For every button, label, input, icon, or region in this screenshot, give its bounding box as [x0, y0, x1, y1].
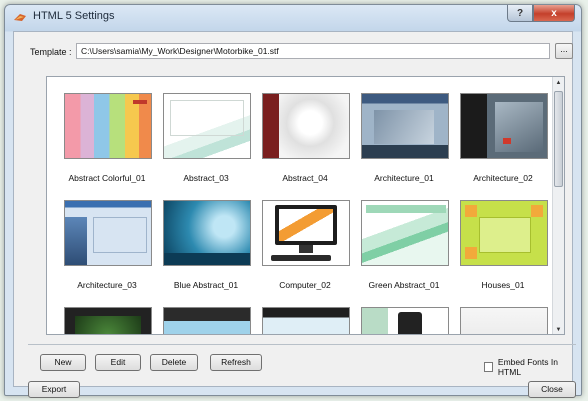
window-controls: ? x — [507, 5, 575, 22]
refresh-button[interactable]: Refresh — [210, 354, 262, 371]
template-thumbnail[interactable] — [163, 307, 251, 334]
gallery-scrollbar[interactable]: ▲ ▼ — [552, 77, 564, 334]
scroll-up-icon[interactable]: ▲ — [553, 77, 564, 89]
template-caption: Abstract_04 — [282, 173, 328, 183]
template-path-field[interactable]: C:\Users\samia\My_Work\Designer\Motorbik… — [76, 43, 550, 59]
template-caption: Blue Abstract_01 — [173, 280, 239, 290]
edit-button[interactable]: Edit — [95, 354, 141, 371]
template-gallery: Abstract Colorful_01 Abstract_03 Abstrac… — [46, 76, 565, 335]
help-button[interactable]: ? — [507, 5, 533, 22]
template-caption: Abstract Colorful_01 — [68, 173, 146, 183]
scroll-down-icon[interactable]: ▼ — [553, 324, 564, 334]
browse-button[interactable]: ... — [555, 43, 573, 59]
export-button[interactable]: Export — [28, 381, 80, 398]
template-thumbnail[interactable] — [460, 93, 548, 159]
close-button[interactable]: Close — [528, 381, 576, 398]
template-caption: Architecture_02 — [473, 173, 533, 183]
title-bar[interactable]: HTML 5 Settings ? x — [5, 5, 581, 29]
embed-fonts-checkbox[interactable] — [484, 362, 493, 372]
app-icon — [14, 14, 26, 21]
template-thumbnail[interactable] — [64, 200, 152, 266]
template-thumbnail[interactable] — [262, 307, 350, 334]
template-caption: Architecture_03 — [77, 280, 137, 290]
template-thumbnail[interactable] — [262, 200, 350, 266]
template-thumbnail[interactable] — [460, 200, 548, 266]
template-caption: Houses_01 — [481, 280, 525, 290]
delete-button[interactable]: Delete — [150, 354, 198, 371]
template-thumbnail[interactable] — [262, 93, 350, 159]
dialog-body: Template : C:\Users\samia\My_Work\Design… — [13, 31, 576, 398]
settings-window: HTML 5 Settings ? x Template : C:\Users\… — [4, 4, 582, 398]
embed-fonts-label: Embed Fonts In HTML — [497, 357, 558, 377]
template-caption: Architecture_01 — [374, 173, 434, 183]
window-title: HTML 5 Settings — [33, 10, 115, 22]
template-caption: Computer_02 — [279, 280, 331, 290]
template-label: Template : — [30, 47, 72, 57]
template-thumbnail[interactable] — [163, 93, 251, 159]
template-thumbnail[interactable] — [163, 200, 251, 266]
template-caption: Green Abstract_01 — [368, 280, 440, 290]
scroll-thumb[interactable] — [554, 91, 563, 187]
new-button[interactable]: New — [40, 354, 86, 371]
template-caption: Abstract_03 — [183, 173, 229, 183]
template-thumbnail[interactable] — [64, 93, 152, 159]
template-thumbnail[interactable] — [361, 307, 449, 334]
window-close-button[interactable]: x — [533, 5, 575, 22]
template-thumbnail[interactable] — [64, 307, 152, 334]
template-thumbnail[interactable] — [361, 93, 449, 159]
template-grid: Abstract Colorful_01 Abstract_03 Abstrac… — [47, 77, 554, 334]
template-thumbnail[interactable] — [460, 307, 548, 334]
embed-fonts-option[interactable]: Embed Fonts In HTML — [484, 357, 572, 377]
divider — [28, 344, 576, 345]
template-thumbnail[interactable] — [361, 200, 449, 266]
